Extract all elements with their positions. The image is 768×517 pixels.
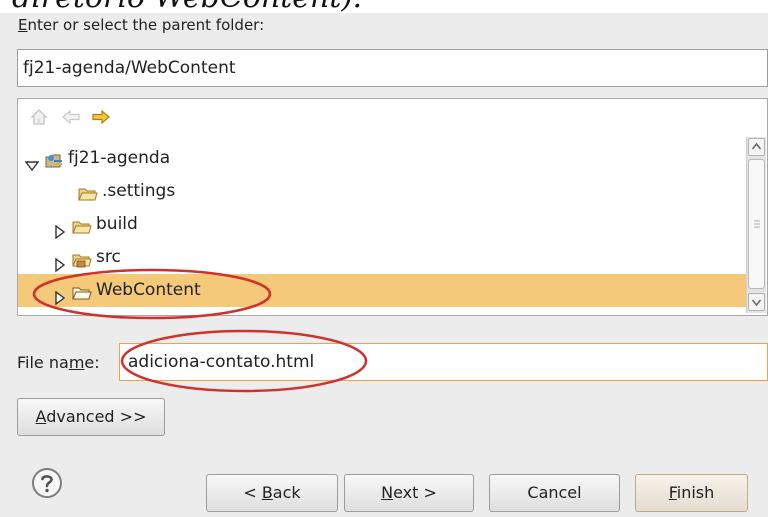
tree-item-label: .settings	[102, 181, 176, 201]
source-folder-icon	[72, 248, 92, 268]
advanced-button-mnemonic: A	[35, 407, 47, 426]
folder-icon	[72, 215, 92, 234]
scroll-up-button[interactable]	[748, 138, 765, 156]
tree-item-src[interactable]: src	[18, 241, 746, 274]
project-icon	[44, 149, 64, 168]
next-button-label: ext >	[393, 483, 437, 502]
home-icon[interactable]	[28, 106, 50, 128]
forward-arrow-icon[interactable]	[90, 106, 112, 128]
file-name-label-mnemonic: m	[68, 353, 85, 372]
next-button-mnemonic: N	[381, 483, 394, 502]
advanced-button[interactable]: Advanced >>	[17, 398, 165, 436]
folder-icon	[72, 281, 92, 300]
finish-button[interactable]: Finish	[635, 474, 748, 512]
collapsed-arrow-icon[interactable]	[53, 284, 67, 306]
scroll-down-button[interactable]	[748, 293, 765, 311]
collapsed-arrow-icon[interactable]	[53, 218, 67, 240]
finish-button-label: inish	[676, 483, 715, 502]
tree-item-label: fj21-agenda	[68, 148, 171, 168]
tree-item-fj21-agenda[interactable]: fj21-agenda	[18, 142, 746, 175]
parent-folder-input[interactable]: fj21-agenda/WebContent	[17, 49, 768, 87]
cancel-button[interactable]: Cancel	[489, 474, 620, 512]
tree-item-label: build	[96, 214, 138, 234]
back-button-mnemonic: B	[261, 483, 273, 502]
file-name-label-pre: File na	[17, 353, 69, 372]
folder-icon	[78, 182, 98, 201]
back-arrow-icon[interactable]	[60, 106, 82, 128]
scroll-thumb[interactable]	[748, 159, 765, 289]
collapsed-arrow-icon[interactable]	[53, 251, 67, 273]
tree-item-build[interactable]: build	[18, 208, 746, 241]
advanced-button-label: dvanced >>	[46, 407, 147, 426]
file-name-label-post: e:	[84, 353, 100, 372]
tree-vertical-scrollbar[interactable]	[746, 137, 766, 313]
parent-folder-label-text: nter or select the parent folder:	[27, 16, 265, 34]
tree-item-label: WebContent	[96, 280, 201, 300]
back-button-prefix: <	[243, 483, 262, 502]
finish-button-mnemonic: F	[668, 483, 677, 502]
tree-item-label: src	[96, 247, 121, 267]
next-button[interactable]: Next >	[344, 474, 474, 512]
file-name-label: File name:	[17, 353, 100, 372]
file-name-input[interactable]: adiciona-contato.html	[119, 343, 768, 381]
parent-folder-label: Enter or select the parent folder:	[18, 16, 264, 34]
tutorial-caption-fragment: diretório WebContent):	[0, 0, 768, 13]
tree-item-webcontent[interactable]: WebContent	[18, 274, 746, 307]
tree-item-settings[interactable]: .settings	[18, 175, 746, 208]
back-button-label: ack	[272, 483, 301, 502]
tree-nav-toolbar	[18, 99, 767, 135]
folder-tree-panel: fj21-agenda .settings build src WebConte…	[17, 98, 768, 316]
back-button[interactable]: < Back	[206, 474, 338, 512]
help-question-icon[interactable]	[30, 466, 64, 500]
expanded-arrow-icon[interactable]	[24, 152, 40, 172]
